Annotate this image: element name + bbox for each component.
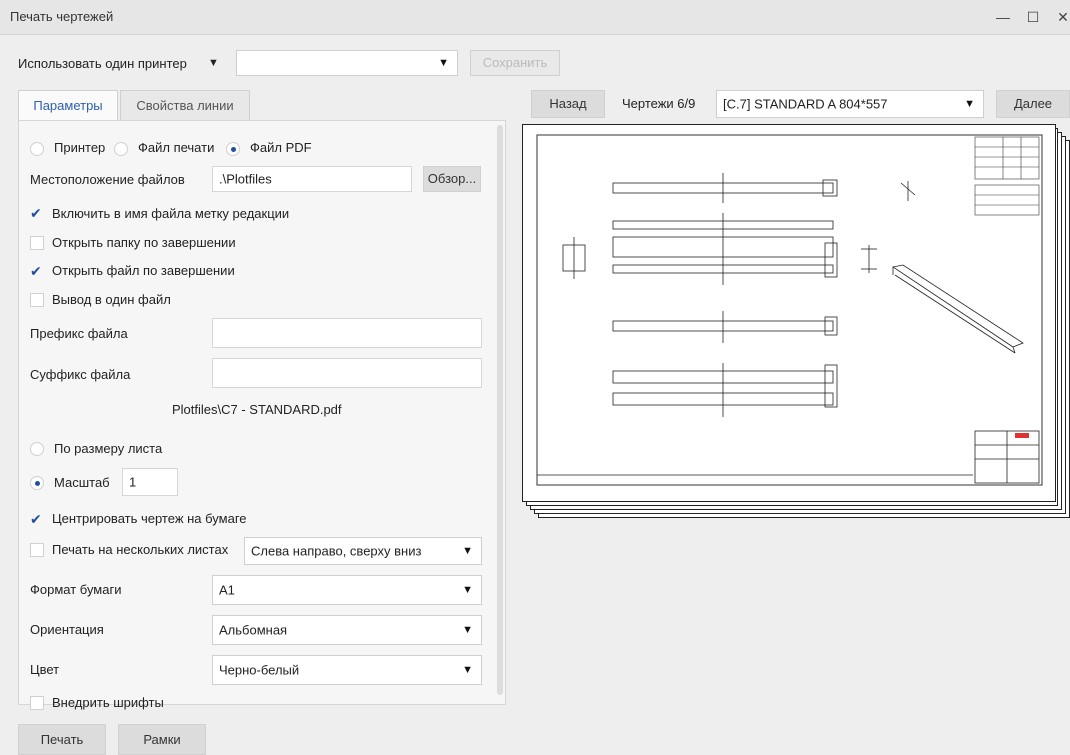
- drawing-value: [C.7] STANDARD A 804*557: [723, 96, 888, 112]
- scale-input[interactable]: 1: [122, 468, 178, 496]
- checkbox-multi-sheet[interactable]: [30, 543, 44, 557]
- scale-value: 1: [129, 474, 137, 490]
- paper-select[interactable]: A1 ▼: [212, 575, 482, 605]
- radio-fit-to-sheet-label: По размеру листа: [54, 441, 163, 456]
- next-button[interactable]: Далее: [996, 90, 1070, 118]
- chevron-down-icon: ▼: [438, 57, 449, 69]
- orientation-select[interactable]: Альбомная ▼: [212, 615, 482, 645]
- preset-select[interactable]: ▼: [236, 50, 458, 76]
- printer-mode-value: Использовать один принтер: [18, 56, 187, 71]
- radio-printer-label: Принтер: [54, 140, 106, 155]
- orientation-label: Ориентация: [30, 622, 104, 637]
- color-select[interactable]: Черно-белый ▼: [212, 655, 482, 685]
- suffix-label: Суффикс файла: [30, 367, 131, 382]
- tab-line-properties[interactable]: Свойства линии: [120, 90, 250, 120]
- location-value: .\Plotfiles: [219, 171, 272, 187]
- color-value: Черно-белый: [219, 662, 300, 678]
- radio-scale-label: Масштаб: [54, 475, 110, 490]
- window-title: Печать чертежей: [10, 9, 114, 24]
- paper-value: A1: [219, 582, 235, 598]
- radio-print-file[interactable]: [114, 142, 128, 156]
- chevron-down-icon: ▼: [462, 664, 473, 676]
- drawing-counter: Чертежи 6/9: [622, 96, 696, 111]
- maximize-button[interactable]: ☐: [1022, 6, 1044, 28]
- tab-parameters[interactable]: Параметры: [18, 90, 118, 120]
- close-button[interactable]: ✕: [1052, 6, 1070, 28]
- paper-label: Формат бумаги: [30, 582, 122, 597]
- location-label: Местоположение файлов: [30, 172, 185, 187]
- drawing-preview-image: [536, 134, 1043, 486]
- prefix-input[interactable]: [212, 318, 482, 348]
- radio-fit-to-sheet[interactable]: [30, 442, 44, 456]
- radio-printer[interactable]: [30, 142, 44, 156]
- checkbox-embed-fonts[interactable]: [30, 696, 44, 710]
- frames-button[interactable]: Рамки: [118, 724, 206, 755]
- radio-scale[interactable]: [30, 476, 44, 490]
- checkbox-open-folder[interactable]: [30, 236, 44, 250]
- color-label: Цвет: [30, 662, 60, 677]
- checkbox-embed-fonts-label: Внедрить шрифты: [52, 695, 164, 710]
- result-path: Plotfiles\C7 - STANDARD.pdf: [172, 402, 342, 417]
- multi-sheet-order-select[interactable]: Слева направо, сверху вниз ▼: [244, 537, 482, 565]
- orientation-value: Альбомная: [219, 622, 288, 638]
- checkbox-open-file-label: Открыть файл по завершении: [52, 263, 235, 278]
- printer-mode-select[interactable]: Использовать один принтер ▼: [18, 52, 226, 76]
- print-button[interactable]: Печать: [18, 724, 106, 755]
- panel-scrollbar[interactable]: [497, 125, 503, 695]
- chevron-down-icon: ▼: [462, 624, 473, 636]
- multi-sheet-order-value: Слева направо, сверху вниз: [251, 543, 422, 559]
- radio-print-file-label: Файл печати: [138, 140, 215, 155]
- chevron-down-icon: ▼: [462, 545, 473, 557]
- checkbox-revision-label: Включить в имя файла метку редакции: [52, 206, 290, 221]
- checkbox-open-folder-label: Открыть папку по завершении: [52, 235, 236, 250]
- checkbox-single-file-label: Вывод в один файл: [52, 292, 171, 307]
- minimize-button[interactable]: —: [992, 6, 1014, 28]
- chevron-down-icon: ▼: [964, 98, 975, 110]
- chevron-down-icon: ▼: [462, 584, 473, 596]
- checkbox-center[interactable]: ✔: [30, 512, 44, 526]
- checkbox-multi-sheet-label: Печать на нескольких листах: [52, 542, 229, 557]
- checkbox-revision[interactable]: ✔: [30, 206, 44, 220]
- checkbox-single-file[interactable]: [30, 293, 44, 307]
- prefix-label: Префикс файла: [30, 326, 128, 341]
- suffix-input[interactable]: [212, 358, 482, 388]
- radio-pdf-file-label: Файл PDF: [250, 140, 312, 155]
- drawing-preview: [522, 124, 1056, 502]
- checkbox-open-file[interactable]: ✔: [30, 264, 44, 278]
- title-bar: Печать чертежей — ☐ ✕: [0, 0, 1070, 35]
- save-button[interactable]: Сохранить: [470, 50, 560, 76]
- radio-pdf-file[interactable]: [226, 142, 240, 156]
- location-input[interactable]: .\Plotfiles: [212, 166, 412, 192]
- drawing-select[interactable]: [C.7] STANDARD A 804*557 ▼: [716, 90, 984, 118]
- back-button[interactable]: Назад: [531, 90, 605, 118]
- chevron-down-icon: ▼: [208, 57, 219, 69]
- browse-button[interactable]: Обзор...: [423, 166, 481, 192]
- checkbox-center-label: Центрировать чертеж на бумаге: [52, 511, 247, 526]
